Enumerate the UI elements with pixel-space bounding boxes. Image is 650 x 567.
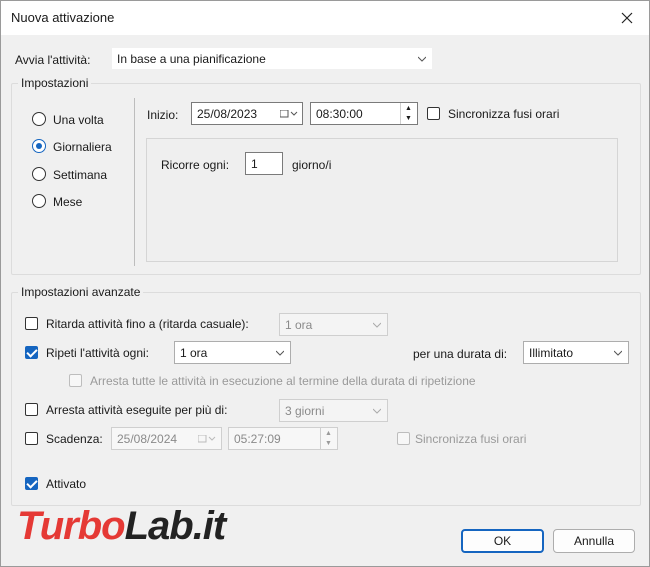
expire-date-field[interactable]: 25/08/2024 (111, 427, 222, 450)
close-button[interactable] (613, 7, 641, 29)
chevron-down-icon (373, 408, 381, 414)
recur-value: 1 (251, 157, 258, 171)
cancel-button[interactable]: Annulla (553, 529, 635, 553)
spin-up-icon[interactable]: ▲ (321, 428, 336, 438)
start-time-field[interactable]: 08:30:00 ▲ ▼ (310, 102, 418, 125)
ok-button[interactable]: OK (461, 529, 544, 553)
chevron-down-icon (418, 56, 426, 62)
turbolab-watermark: TurboLab.it (17, 504, 227, 549)
close-icon (621, 12, 633, 24)
stop-longer-label: Arresta attività eseguite per più di: (46, 403, 228, 417)
divider (134, 98, 135, 266)
expire-sync-label: Sincronizza fusi orari (415, 432, 527, 446)
repeat-checkbox[interactable] (25, 346, 38, 359)
window-title: Nuova attivazione (11, 10, 115, 25)
duration-label: per una durata di: (413, 347, 508, 361)
enabled-checkbox[interactable] (25, 477, 38, 490)
duration-value: Illimitato (529, 346, 574, 360)
start-time-spinner[interactable]: ▲ ▼ (400, 103, 416, 124)
recur-input[interactable]: 1 (245, 152, 283, 175)
radio-daily[interactable] (32, 139, 46, 153)
calendar-dropdown-icon (280, 110, 298, 118)
delay-checkbox[interactable] (25, 317, 38, 330)
expire-time-field[interactable]: 05:27:09 ▲ ▼ (228, 427, 338, 450)
duration-select[interactable]: Illimitato (523, 341, 629, 364)
recurrence-panel (146, 138, 618, 262)
watermark-part2: Lab.it (124, 504, 227, 548)
start-time-value: 08:30:00 (316, 107, 363, 121)
radio-daily-label: Giornaliera (53, 140, 112, 154)
radio-monthly-label: Mese (53, 195, 83, 209)
radio-weekly[interactable] (32, 167, 46, 181)
enabled-label: Attivato (46, 477, 87, 491)
chevron-down-icon (614, 350, 622, 356)
repeat-label: Ripeti l'attività ogni: (46, 346, 150, 360)
delay-value: 1 ora (285, 318, 313, 332)
trigger-label: Avvia l'attività: (15, 53, 91, 67)
dialog-window: Nuova attivazione Avvia l'attività: In b… (0, 0, 650, 567)
spin-down-icon[interactable]: ▼ (321, 438, 336, 448)
expire-checkbox[interactable] (25, 432, 38, 445)
trigger-select-value: In base a una pianificazione (117, 52, 266, 66)
stop-longer-select[interactable]: 3 giorni (279, 399, 388, 422)
delay-select[interactable]: 1 ora (279, 313, 388, 336)
settings-group-title: Impostazioni (18, 76, 92, 90)
cancel-button-label: Annulla (573, 534, 615, 548)
stop-longer-value: 3 giorni (285, 404, 325, 418)
sync-timezone-checkbox[interactable] (427, 107, 440, 120)
sync-timezone-label: Sincronizza fusi orari (448, 107, 560, 121)
radio-once[interactable] (32, 112, 46, 126)
expire-label: Scadenza: (46, 432, 103, 446)
advanced-group-title: Impostazioni avanzate (18, 285, 144, 299)
recur-label: Ricorre ogni: (161, 158, 230, 172)
stop-longer-checkbox[interactable] (25, 403, 38, 416)
spin-up-icon[interactable]: ▲ (401, 103, 416, 113)
repeat-value: 1 ora (180, 346, 208, 360)
start-label: Inizio: (147, 108, 179, 122)
delay-label: Ritarda attività fino a (ritarda casuale… (46, 317, 249, 331)
calendar-dropdown-icon (198, 435, 216, 443)
radio-monthly[interactable] (32, 194, 46, 208)
expire-date-value: 25/08/2024 (117, 432, 178, 446)
recur-unit: giorno/i (292, 158, 332, 172)
start-date-value: 25/08/2023 (197, 107, 258, 121)
stop-all-label: Arresta tutte le attività in esecuzione … (90, 374, 476, 388)
trigger-select[interactable]: In base a una pianificazione (111, 47, 433, 70)
title-bar: Nuova attivazione (1, 1, 649, 35)
expire-sync-checkbox[interactable] (397, 432, 410, 445)
expire-time-spinner[interactable]: ▲ ▼ (320, 428, 336, 449)
chevron-down-icon (373, 322, 381, 328)
chevron-down-icon (276, 350, 284, 356)
spin-down-icon[interactable]: ▼ (401, 113, 416, 123)
radio-weekly-label: Settimana (53, 168, 108, 182)
stop-all-checkbox[interactable] (69, 374, 82, 387)
expire-time-value: 05:27:09 (234, 432, 281, 446)
start-date-field[interactable]: 25/08/2023 (191, 102, 303, 125)
watermark-part1: Turbo (17, 504, 126, 548)
repeat-select[interactable]: 1 ora (174, 341, 291, 364)
radio-once-label: Una volta (53, 113, 104, 127)
ok-button-label: OK (493, 534, 512, 548)
